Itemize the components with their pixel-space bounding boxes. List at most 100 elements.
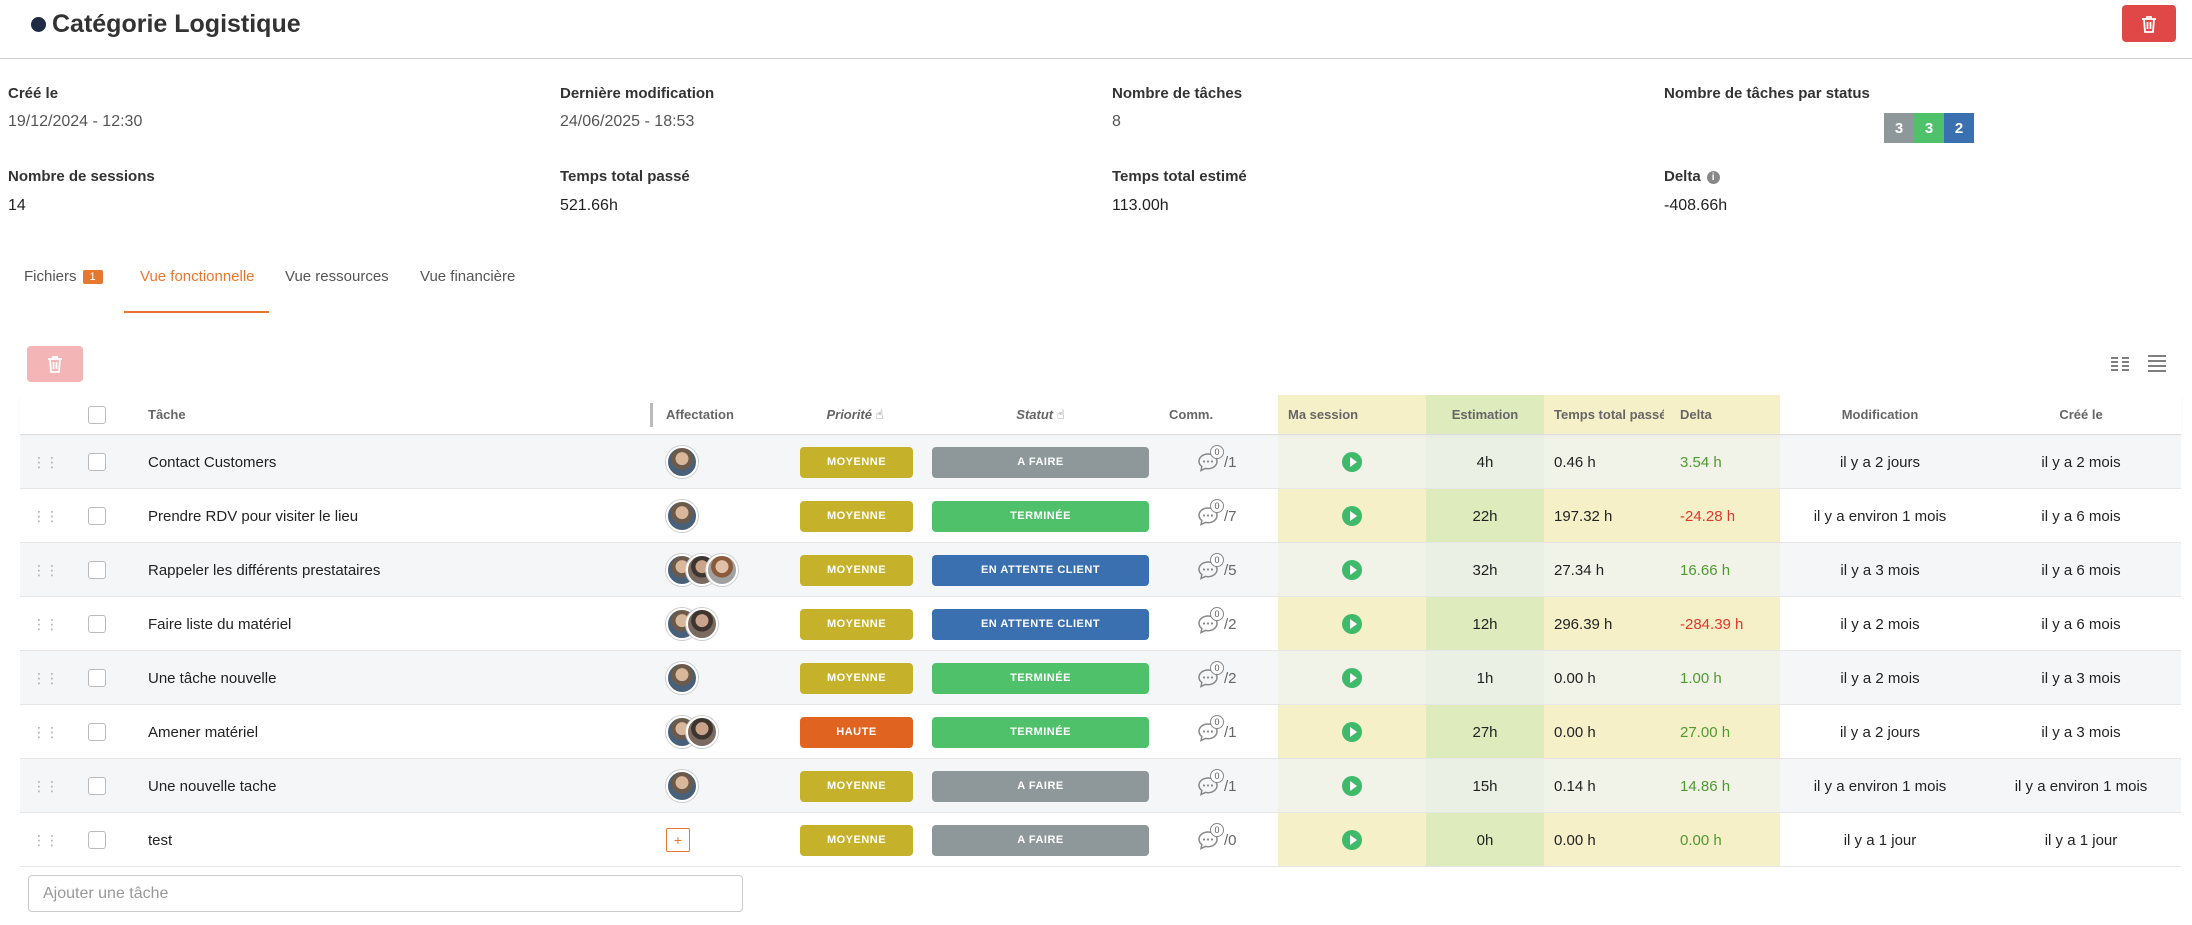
play-icon[interactable] <box>1342 560 1362 580</box>
status-badge[interactable]: A FAIRE <box>932 446 1149 478</box>
priority-cell[interactable]: MOYENNE <box>800 489 913 543</box>
estimation-value[interactable]: 27h <box>1426 705 1544 759</box>
comments-cell[interactable]: 0/1 <box>1196 759 1237 813</box>
status-cell[interactable]: A FAIRE <box>932 759 1149 813</box>
task-name[interactable]: Une nouvelle tache <box>148 759 276 813</box>
row-checkbox[interactable] <box>88 543 106 597</box>
table-row[interactable]: ⋮⋮ Amener matériel HAUTE TERMINÉE 0/1 27h 0.00… <box>20 705 2181 759</box>
comments-cell[interactable]: 0/5 <box>1196 543 1237 597</box>
estimation-value[interactable]: 1h <box>1426 651 1544 705</box>
session-cell[interactable] <box>1278 813 1426 867</box>
status-badge[interactable]: EN ATTENTE CLIENT <box>932 554 1149 586</box>
comments-cell[interactable]: 0/1 <box>1196 435 1237 489</box>
comments-cell[interactable]: 0/1 <box>1196 705 1237 759</box>
status-badge[interactable]: TERMINÉE <box>932 716 1149 748</box>
drag-handle-icon[interactable]: ⋮⋮ <box>32 651 59 705</box>
status-badge[interactable]: EN ATTENTE CLIENT <box>932 608 1149 640</box>
table-row[interactable]: ⋮⋮ Contact Customers MOYENNE A FAIRE 0/1 4h 0.… <box>20 435 2181 489</box>
session-cell[interactable] <box>1278 705 1426 759</box>
drag-handle-icon[interactable]: ⋮⋮ <box>32 435 59 489</box>
priority-badge[interactable]: MOYENNE <box>800 554 913 586</box>
priority-cell[interactable]: HAUTE <box>800 705 913 759</box>
comment-icon[interactable]: 0 <box>1196 769 1224 797</box>
tab-files[interactable]: Fichiers 1 <box>24 268 103 285</box>
drag-handle-icon[interactable]: ⋮⋮ <box>32 759 59 813</box>
comment-icon[interactable]: 0 <box>1196 499 1224 527</box>
session-cell[interactable] <box>1278 597 1426 651</box>
row-checkbox[interactable] <box>88 489 106 543</box>
session-cell[interactable] <box>1278 651 1426 705</box>
priority-badge[interactable]: MOYENNE <box>800 824 913 856</box>
priority-cell[interactable]: MOYENNE <box>800 435 913 489</box>
header-comm[interactable]: Comm. <box>1169 395 1213 435</box>
comments-cell[interactable]: 0/2 <box>1196 597 1237 651</box>
estimation-value[interactable]: 0h <box>1426 813 1544 867</box>
view-list-icon[interactable] <box>2146 352 2168 374</box>
avatar[interactable] <box>666 662 698 694</box>
header-assign[interactable]: Affectation <box>666 395 734 435</box>
comments-cell[interactable]: 0/0 <box>1196 813 1237 867</box>
priority-cell[interactable]: MOYENNE <box>800 651 913 705</box>
table-row[interactable]: ⋮⋮ Une tâche nouvelle MOYENNE TERMINÉE 0/2 1h… <box>20 651 2181 705</box>
avatar[interactable] <box>686 608 718 640</box>
info-icon[interactable]: i <box>1706 171 1720 184</box>
tab-resources-view[interactable]: Vue ressources <box>285 268 389 285</box>
add-assignee-button[interactable]: + <box>666 828 690 852</box>
comments-cell[interactable]: 0/7 <box>1196 489 1237 543</box>
assignees[interactable] <box>666 759 698 813</box>
header-priority[interactable]: Priorité ☝ <box>800 395 910 435</box>
estimation-value[interactable]: 4h <box>1426 435 1544 489</box>
task-name[interactable]: Faire liste du matériel <box>148 597 291 651</box>
avatar[interactable] <box>666 770 698 802</box>
add-task-input[interactable] <box>28 875 743 912</box>
play-icon[interactable] <box>1342 668 1362 688</box>
row-checkbox[interactable] <box>88 813 106 867</box>
column-resize-handle[interactable] <box>650 403 653 427</box>
priority-badge[interactable]: MOYENNE <box>800 662 913 694</box>
session-cell[interactable] <box>1278 543 1426 597</box>
row-checkbox[interactable] <box>88 597 106 651</box>
play-icon[interactable] <box>1342 722 1362 742</box>
task-name[interactable]: Amener matériel <box>148 705 258 759</box>
comment-icon[interactable]: 0 <box>1196 445 1224 473</box>
table-row[interactable]: ⋮⋮ Faire liste du matériel MOYENNE EN ATTEN… <box>20 597 2181 651</box>
status-cell[interactable]: A FAIRE <box>932 813 1149 867</box>
assignees[interactable] <box>666 705 718 759</box>
play-icon[interactable] <box>1342 776 1362 796</box>
header-delta[interactable]: Delta <box>1680 395 1712 435</box>
estimation-value[interactable]: 12h <box>1426 597 1544 651</box>
assignees[interactable] <box>666 435 698 489</box>
row-checkbox[interactable] <box>88 705 106 759</box>
header-spent[interactable]: Temps total passé <box>1554 395 1664 435</box>
select-all-checkbox[interactable] <box>88 406 106 424</box>
row-checkbox[interactable] <box>88 651 106 705</box>
avatar[interactable] <box>706 554 738 586</box>
table-row[interactable]: ⋮⋮ Prendre RDV pour visiter le lieu MOYENN… <box>20 489 2181 543</box>
status-cell[interactable]: TERMINÉE <box>932 651 1149 705</box>
estimation-value[interactable]: 15h <box>1426 759 1544 813</box>
session-cell[interactable] <box>1278 759 1426 813</box>
priority-cell[interactable]: MOYENNE <box>800 597 913 651</box>
row-checkbox[interactable] <box>88 759 106 813</box>
avatar[interactable] <box>686 716 718 748</box>
drag-handle-icon[interactable]: ⋮⋮ <box>32 543 59 597</box>
estimation-value[interactable]: 22h <box>1426 489 1544 543</box>
assignees[interactable]: + <box>666 813 690 867</box>
table-row[interactable]: ⋮⋮ Une nouvelle tache MOYENNE A FAIRE 0/1 15h… <box>20 759 2181 813</box>
status-cell[interactable]: EN ATTENTE CLIENT <box>932 597 1149 651</box>
play-icon[interactable] <box>1342 614 1362 634</box>
status-cell[interactable]: EN ATTENTE CLIENT <box>932 543 1149 597</box>
tab-functional-view[interactable]: Vue fonctionnelle <box>140 268 255 285</box>
play-icon[interactable] <box>1342 830 1362 850</box>
play-icon[interactable] <box>1342 452 1362 472</box>
header-task[interactable]: Tâche <box>148 395 186 435</box>
header-modified[interactable]: Modification <box>1780 395 1980 435</box>
comments-cell[interactable]: 0/2 <box>1196 651 1237 705</box>
drag-handle-icon[interactable]: ⋮⋮ <box>32 597 59 651</box>
delete-category-button[interactable] <box>2122 5 2176 42</box>
avatar[interactable] <box>666 446 698 478</box>
session-cell[interactable] <box>1278 435 1426 489</box>
view-columns-icon[interactable] <box>2109 352 2131 374</box>
status-badge[interactable]: A FAIRE <box>932 770 1149 802</box>
comment-icon[interactable]: 0 <box>1196 661 1224 689</box>
